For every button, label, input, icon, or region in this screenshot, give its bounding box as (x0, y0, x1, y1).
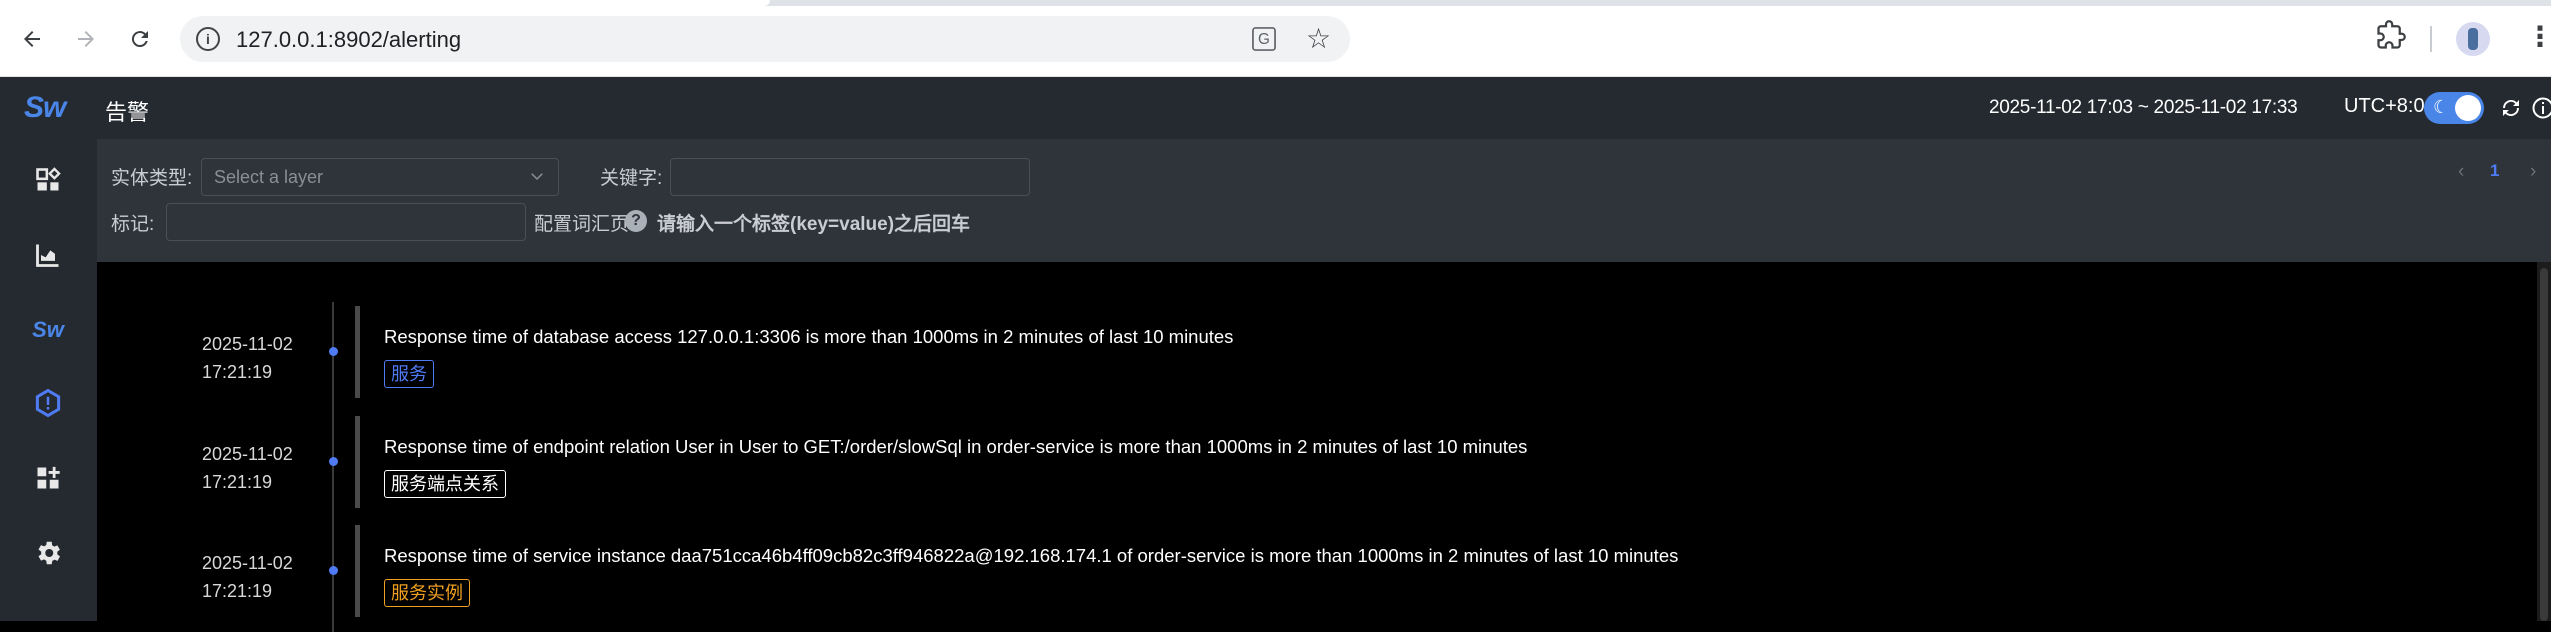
alert-timestamp: 2025-11-02 17:21:19 (202, 549, 293, 605)
config-vocab-link[interactable]: 配置词汇页 (534, 209, 629, 236)
filter-bar: 实体类型: Select a layer 关键字: 标记: 配置词汇页 ? 请输… (97, 139, 2551, 262)
timeline-item: 2025-11-02 17:21:19 Response time of end… (97, 416, 2497, 516)
translate-icon[interactable]: G (1252, 27, 1276, 51)
moon-icon: ☾ (2433, 97, 2449, 118)
alert-message: Response time of service instance daa751… (384, 545, 1678, 567)
page-number[interactable]: 1 (2490, 161, 2499, 181)
entity-type-select[interactable]: Select a layer (201, 158, 559, 196)
alert-time: 17:21:19 (202, 358, 293, 386)
extensions-icon[interactable] (2376, 20, 2406, 57)
theme-toggle[interactable]: ☾ (2424, 92, 2484, 124)
timeline-item-bar (355, 416, 360, 508)
back-button[interactable] (14, 21, 50, 57)
reload-icon (128, 27, 152, 51)
alert-date: 2025-11-02 (202, 330, 293, 358)
page-title: 告警 (105, 95, 149, 127)
tags-label: 标记: (111, 209, 154, 236)
chevron-left-icon[interactable]: ‹ (2458, 161, 2464, 183)
timeline-item-bar (355, 306, 360, 398)
browser-toolbar: i 127.0.0.1:8902/alerting G ☆ ⋮ (0, 0, 2551, 77)
entity-type-placeholder: Select a layer (214, 167, 323, 188)
scrollbar[interactable] (2537, 262, 2551, 621)
chevron-down-icon (528, 167, 546, 190)
address-bar[interactable]: i 127.0.0.1:8902/alerting G ☆ (180, 16, 1350, 62)
app-logo[interactable]: Sw (24, 91, 65, 125)
forward-button[interactable] (68, 21, 104, 57)
alert-timestamp: 2025-11-02 17:21:19 (202, 440, 293, 496)
tags-hint: 请输入一个标签(key=value)之后回车 (657, 209, 970, 236)
help-icon[interactable]: ? (625, 210, 647, 232)
alert-date: 2025-11-02 (202, 549, 293, 577)
alert-message: Response time of database access 127.0.0… (384, 326, 1233, 348)
tab-strip (0, 0, 2551, 6)
toolbar-divider (2430, 26, 2432, 52)
app-header: 告警 2025-11-02 17:03 ~ 2025-11-02 17:33 U… (97, 77, 2551, 139)
alert-icon[interactable] (30, 385, 66, 421)
timeline-item: 2025-11-02 17:21:19 Response time of ser… (97, 525, 2497, 625)
settings-icon[interactable] (30, 535, 66, 571)
bookmark-star-icon[interactable]: ☆ (1306, 22, 1331, 55)
scrollbar-thumb[interactable] (2540, 268, 2548, 621)
scope-tag: 服务 (384, 360, 434, 388)
profile-avatar[interactable] (2456, 22, 2490, 56)
keyword-input[interactable] (670, 158, 1030, 196)
toggle-knob (2455, 95, 2481, 121)
alert-timestamp: 2025-11-02 17:21:19 (202, 330, 293, 386)
refresh-icon[interactable] (2496, 93, 2526, 123)
reload-button[interactable] (122, 21, 158, 57)
alert-timeline: 2025-11-02 17:21:19 Response time of dat… (97, 262, 2537, 621)
arrow-right-icon (74, 27, 98, 51)
add-widget-icon[interactable] (30, 460, 66, 496)
keyword-label: 关键字: (600, 163, 662, 190)
timeline-item-bar (355, 525, 360, 617)
sidebar: Sw Sw (0, 77, 97, 621)
timeline-dot (329, 347, 338, 356)
alert-time: 17:21:19 (202, 468, 293, 496)
arrow-left-icon (20, 27, 44, 51)
active-tab[interactable] (0, 0, 770, 6)
time-range-picker[interactable]: 2025-11-02 17:03 ~ 2025-11-02 17:33 (1989, 97, 2297, 119)
info-icon[interactable] (2528, 93, 2551, 123)
alert-time: 17:21:19 (202, 577, 293, 605)
url-text[interactable]: 127.0.0.1:8902/alerting (236, 27, 461, 53)
more-menu-icon[interactable]: ⋮ (2526, 20, 2551, 53)
scope-tag: 服务端点关系 (384, 470, 506, 498)
timeline-dot (329, 457, 338, 466)
entity-type-label: 实体类型: (111, 163, 192, 190)
timeline-item: 2025-11-02 17:21:19 Response time of dat… (97, 306, 2497, 406)
timeline-dot (329, 566, 338, 575)
chart-icon[interactable] (30, 237, 66, 273)
sw-logo-icon[interactable]: Sw (30, 312, 66, 348)
chevron-right-icon[interactable]: › (2530, 161, 2536, 183)
scope-tag: 服务实例 (384, 579, 470, 607)
alert-date: 2025-11-02 (202, 440, 293, 468)
alert-message: Response time of endpoint relation User … (384, 436, 1527, 458)
site-info-icon[interactable]: i (196, 27, 220, 51)
timezone-label: UTC+8:0 (2344, 95, 2425, 118)
dashboard-icon[interactable] (30, 162, 66, 198)
tags-input[interactable] (166, 203, 526, 241)
